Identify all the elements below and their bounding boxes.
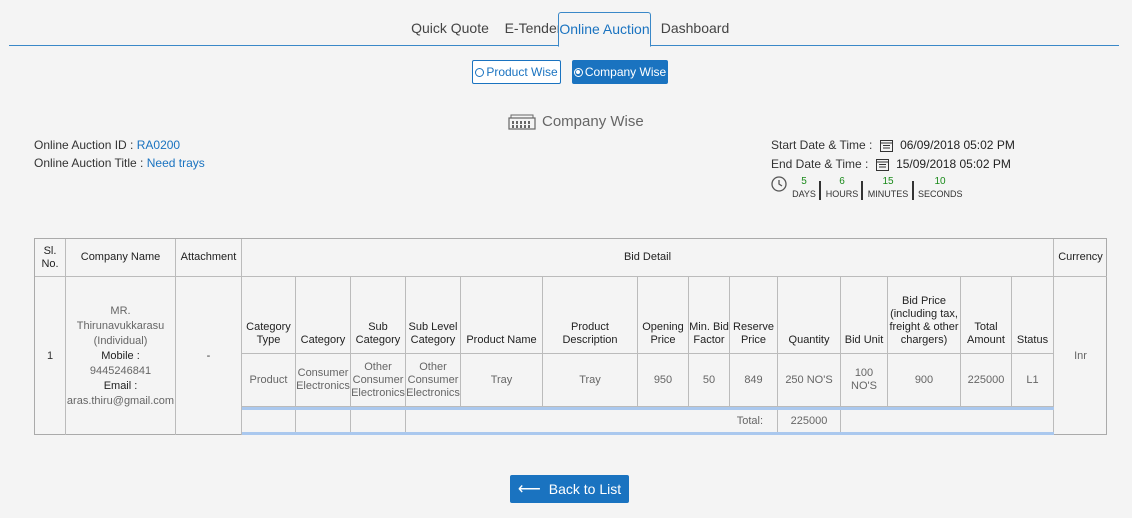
countdown-seconds: 10 SECONDS xyxy=(918,176,963,199)
bid-table: Sl. No. Company Name Attachment Bid Deta… xyxy=(34,238,1107,435)
company-wise-button[interactable]: Company Wise xyxy=(572,60,668,84)
cell-opening-price: 950 xyxy=(638,354,689,407)
mobile-label: Mobile : xyxy=(101,349,140,362)
mobile-value: 9445246841 xyxy=(89,364,152,377)
cell-product-name: Tray xyxy=(461,354,543,407)
auction-title-label: Online Auction Title : xyxy=(34,156,144,170)
total-value: 225000 xyxy=(778,410,841,433)
row-divider xyxy=(242,432,1054,435)
clock-icon xyxy=(771,176,787,192)
row-sl-no: 1 xyxy=(35,277,66,435)
sub-header-sub-category: Sub Category xyxy=(351,277,406,354)
sub-header-bid-price: Bid Price (including tax, freight & othe… xyxy=(888,277,961,354)
sub-header-quantity: Quantity xyxy=(778,277,841,354)
header-bid-detail: Bid Detail xyxy=(242,239,1054,277)
cell-reserve-price: 849 xyxy=(730,354,778,407)
back-to-list-label: Back to List xyxy=(548,481,622,497)
product-wise-button[interactable]: Product Wise xyxy=(472,60,561,84)
sub-header-category: Category xyxy=(296,277,351,354)
sub-header-sub-level-category: Sub Level Category xyxy=(406,277,461,354)
end-date-label: End Date & Time : xyxy=(771,157,869,171)
start-date-label: Start Date & Time : xyxy=(771,138,873,152)
countdown-minutes: 15 MINUTES xyxy=(867,176,909,199)
sub-header-product-name: Product Name xyxy=(461,277,543,354)
calendar-icon xyxy=(879,140,893,152)
calendar-icon xyxy=(875,159,889,171)
auction-title-value: Need trays xyxy=(146,156,205,170)
arrow-left-icon: ⟵ xyxy=(517,481,541,498)
sub-header-total-amount: Total Amount xyxy=(961,277,1012,354)
sub-header-reserve-price: Reserve Price xyxy=(730,277,778,354)
auction-id-value: RA0200 xyxy=(136,138,181,152)
tab-quick-quote[interactable]: Quick Quote xyxy=(409,12,491,46)
countdown-separator xyxy=(912,181,914,200)
section-title-text: Company Wise xyxy=(542,113,644,130)
header-currency: Currency xyxy=(1054,239,1107,277)
back-to-list-button[interactable]: ⟵ Back to List xyxy=(510,475,629,503)
cell-sub-level-category: Other Consumer Electronics xyxy=(406,354,461,407)
header-company-name: Company Name xyxy=(66,239,176,277)
sub-header-min-bid-factor: Min. Bid Factor xyxy=(689,277,730,354)
row-currency: Inr xyxy=(1074,349,1087,362)
company-details: MR. Thirunavukkarasu (Individual) Mobile… xyxy=(66,277,176,435)
email-value: aras.thiru@gmail.com xyxy=(66,394,175,407)
product-wise-label: Product Wise xyxy=(486,65,558,79)
total-empty-cell xyxy=(841,410,1054,433)
auction-title-row: Online Auction Title : Need trays xyxy=(34,155,205,171)
cell-category-type: Product xyxy=(242,354,296,407)
total-label: Total: xyxy=(406,410,778,433)
cell-min-bid-factor: 50 xyxy=(689,354,730,407)
total-empty-cell xyxy=(351,410,406,433)
sub-header-category-type: Category Type xyxy=(242,277,296,354)
tab-bar: Quick Quote E-Tender Online Auction Dash… xyxy=(9,12,1119,47)
building-icon xyxy=(508,114,536,130)
auction-id-label: Online Auction ID : xyxy=(34,138,134,152)
company-wise-label: Company Wise xyxy=(584,65,667,79)
total-empty-cell xyxy=(296,410,351,433)
radio-icon xyxy=(475,68,485,77)
sub-header-bid-unit: Bid Unit xyxy=(841,277,888,354)
countdown-separator xyxy=(861,181,863,200)
email-label: Email : xyxy=(103,379,138,392)
cell-bid-price: 900 xyxy=(888,354,961,407)
tab-online-auction[interactable]: Online Auction xyxy=(558,12,651,47)
cell-product-description: Tray xyxy=(543,354,638,407)
company-name-text: MR. Thirunavukkarasu (Individual) xyxy=(76,304,165,347)
countdown-hours: 6 HOURS xyxy=(825,176,859,199)
radio-checked-icon xyxy=(573,68,583,77)
cell-status: L1 xyxy=(1012,354,1054,407)
header-attachment: Attachment xyxy=(176,239,242,277)
cell-total-amount: 225000 xyxy=(961,354,1012,407)
cell-category: Consumer Electronics xyxy=(296,354,351,407)
end-date-row: End Date & Time : 15/09/2018 05:02 PM xyxy=(771,156,1011,172)
cell-bid-unit: 100 NO'S xyxy=(841,354,888,407)
cell-quantity: 250 NO'S xyxy=(778,354,841,407)
total-empty-cell xyxy=(242,410,296,433)
section-title: Company Wise xyxy=(508,112,644,132)
countdown-separator xyxy=(819,181,821,200)
auction-id-row: Online Auction ID : RA0200 xyxy=(34,137,180,153)
start-date-row: Start Date & Time : 06/09/2018 05:02 PM xyxy=(771,137,1015,153)
countdown-days: 5 DAYS xyxy=(792,176,816,199)
sub-header-opening-price: Opening Price xyxy=(638,277,689,354)
header-sl-no: Sl. No. xyxy=(35,239,66,277)
row-attachment: - xyxy=(176,277,242,435)
cell-sub-category: Other Consumer Electronics xyxy=(351,354,406,407)
start-date-value: 06/09/2018 05:02 PM xyxy=(900,138,1015,152)
sub-header-status: Status xyxy=(1012,277,1054,354)
tab-dashboard[interactable]: Dashboard xyxy=(653,12,737,46)
sub-header-product-description: Product Description xyxy=(543,277,638,354)
end-date-value: 15/09/2018 05:02 PM xyxy=(896,157,1011,171)
